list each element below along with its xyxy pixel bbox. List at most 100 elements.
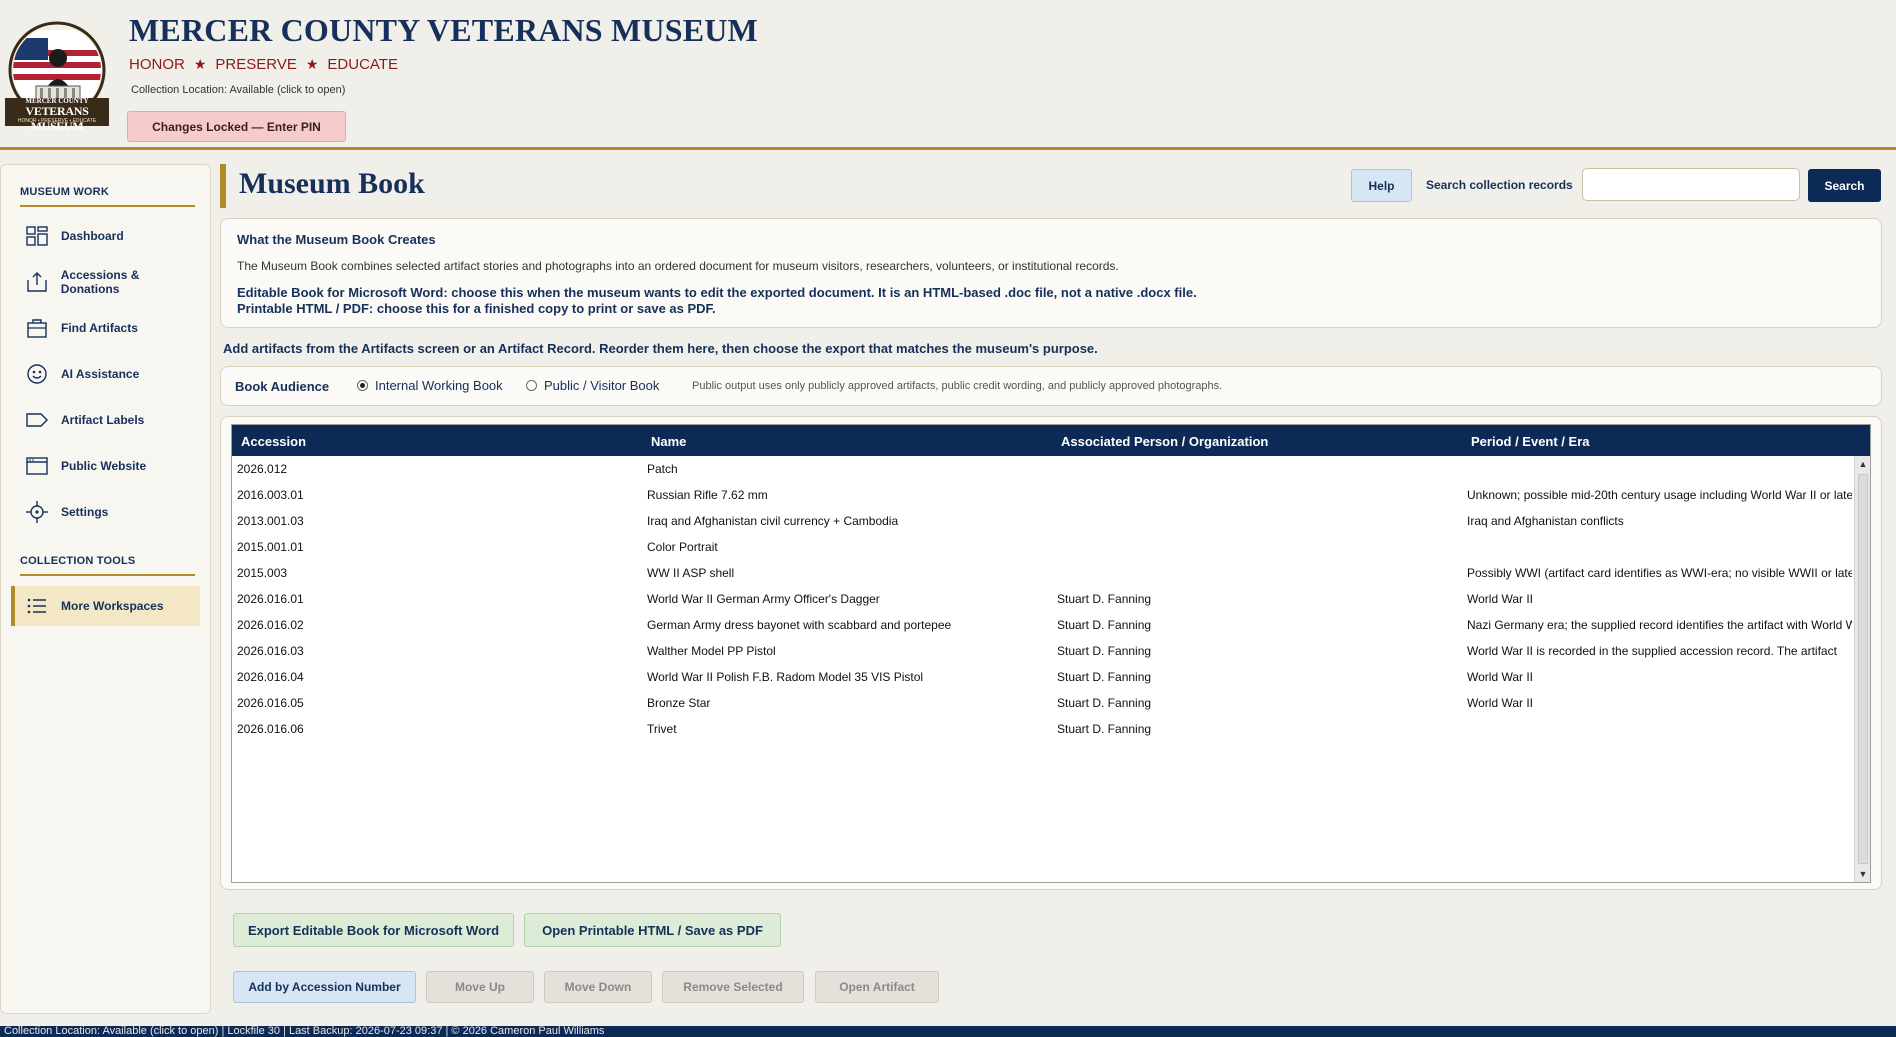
radio-label: Internal Working Book [375,378,503,393]
radio-selected-icon[interactable] [357,380,368,391]
export-word-button[interactable]: Export Editable Book for Microsoft Word [233,913,514,947]
column-header-associated-person[interactable]: Associated Person / Organization [1061,434,1268,449]
enter-pin-button[interactable]: Changes Locked — Enter PIN [127,111,346,142]
help-button[interactable]: Help [1351,169,1412,202]
table-cell: World War II German Army Officer's Dagge… [647,592,880,606]
table-cell: Russian Rifle 7.62 mm [647,488,768,502]
sidebar-item-artifact-labels[interactable]: Artifact Labels [11,400,200,440]
table-row[interactable]: 2026.016.02 German Army dress bayonet wit… [232,612,1853,638]
table-cell: Patch [647,462,678,476]
sidebar-item-find-artifacts[interactable]: Find Artifacts [11,308,200,348]
museum-title: MERCER COUNTY VETERANS MUSEUM [129,12,758,48]
table-cell: Stuart D. Fanning [1057,670,1152,684]
info-title: What the Museum Book Creates [237,232,436,247]
sidebar-item-label: Accessions & Donations [60,268,140,296]
table-cell: Color Portrait [647,540,718,554]
star-icon: ★ [305,56,319,72]
table-cell: 2026.016.01 [237,592,304,606]
table-cell: WW II ASP shell [647,566,735,580]
table-row[interactable]: 2026.016.01 World War II German Army Offi… [232,586,1853,612]
table-cell: 2026.012 [237,462,288,476]
tagline-honor: HONOR [129,56,185,73]
search-input[interactable] [1582,168,1800,201]
sidebar-item-accessions[interactable]: Accessions & Donations [11,262,200,302]
logo-text-sub: HONOR • PRESERVE • EDUCATE [17,118,97,124]
table-cell: Iraq and Afghanistan civil currency + Ca… [647,514,899,528]
audience-note: Public output uses only publicly approve… [692,380,1223,392]
instructions-text: Add artifacts from the Artifacts screen … [223,341,1098,356]
sidebar-heading-collection-tools: COLLECTION TOOLS [20,555,196,576]
table-cell: World War II [1467,592,1534,606]
table-cell: 2026.016.05 [237,696,304,710]
sidebar-item-label: AI Assistance [61,367,140,381]
table-scrollbar[interactable]: ▲ ▼ [1854,456,1870,882]
radio-label: Public / Visitor Book [544,378,660,393]
sidebar-item-dashboard[interactable]: Dashboard [11,216,200,256]
sidebar-item-label: Artifact Labels [61,413,145,427]
table-cell: Nazi Germany era; the supplied record id… [1467,618,1852,632]
table-cell: World War II [1467,670,1534,684]
scrollbar-thumb[interactable] [1858,474,1868,864]
table-cell: Trivet [647,722,677,736]
radio-internal-working-book[interactable]: Internal Working Book [357,378,503,393]
sidebar-item-settings[interactable]: Settings [11,492,200,532]
table-row[interactable]: 2026.016.04 World War II Polish F.B. Rado… [232,664,1853,690]
table-row[interactable]: 2015.003 WW II ASP shell Possibly WWI (art… [232,560,1853,586]
table-row[interactable]: 2015.001.01 Color Portrait [232,534,1853,560]
column-header-name[interactable]: Name [651,434,686,449]
tagline: HONOR ★ PRESERVE ★ EDUCATE [129,56,398,73]
browser-window-icon [24,453,50,479]
table-cell: Walther Model PP Pistol [647,644,776,658]
table-row[interactable]: 2026.016.03 Walther Model PP Pistol Stuart… [232,638,1853,664]
move-down-button[interactable]: Move Down [544,971,652,1003]
info-word-note: Editable Book for Microsoft Word: choose… [237,285,1197,300]
table-row[interactable]: 2013.001.03 Iraq and Afghanistan civil cu… [232,508,1853,534]
table-cell: Bronze Star [647,696,711,710]
audience-label: Book Audience [235,379,330,394]
table-cell: German Army dress bayonet with scabbard … [647,618,952,632]
table-cell: 2013.001.03 [237,514,304,528]
open-printable-html-button[interactable]: Open Printable HTML / Save as PDF [524,913,781,947]
table-cell: 2015.003 [237,566,288,580]
sidebar-item-more-workspaces[interactable]: More Workspaces [11,586,200,626]
open-artifact-button[interactable]: Open Artifact [815,971,939,1003]
collection-location-link[interactable]: Collection Location: Available (click to… [131,84,345,96]
table-row[interactable]: 2026.016.05 Bronze Star Stuart D. Fanning W… [232,690,1853,716]
scroll-up-arrow-icon[interactable]: ▲ [1857,458,1869,470]
sidebar-item-label: Public Website [61,459,147,473]
radio-unselected-icon[interactable] [526,380,537,391]
radio-public-visitor-book[interactable]: Public / Visitor Book [526,378,659,393]
table-row[interactable]: 2016.003.01 Russian Rifle 7.62 mm Unknown;… [232,482,1853,508]
column-header-accession[interactable]: Accession [241,434,306,449]
sidebar-item-ai-assistance[interactable]: AI Assistance [11,354,200,394]
table-cell: Possibly WWI (artifact card identifies a… [1467,566,1852,580]
table-cell: 2015.001.01 [237,540,304,554]
move-up-button[interactable]: Move Up [426,971,534,1003]
table-cell: 2026.016.06 [237,722,304,736]
sidebar-item-label: More Workspaces [61,599,164,613]
table-header: Accession Name Associated Person / Organ… [232,425,1870,456]
page-title: Museum Book [239,167,425,200]
find-artifacts-icon [24,315,50,341]
table-cell: World War II [1467,696,1534,710]
table-cell: Stuart D. Fanning [1057,592,1152,606]
table-cell: 2026.016.04 [237,670,304,684]
table-cell: Stuart D. Fanning [1057,696,1152,710]
add-by-accession-button[interactable]: Add by Accession Number [233,971,416,1003]
sidebar-item-label: Settings [61,505,109,519]
remove-selected-button[interactable]: Remove Selected [662,971,804,1003]
table-cell: Stuart D. Fanning [1057,618,1152,632]
column-header-period[interactable]: Period / Event / Era [1471,434,1590,449]
table-row[interactable]: 2026.016.06 Trivet Stuart D. Fanning [232,716,1853,742]
sidebar-item-public-website[interactable]: Public Website [11,446,200,486]
table-cell: Stuart D. Fanning [1057,722,1152,736]
search-button[interactable]: Search [1808,169,1881,202]
artifact-table[interactable]: Accession Name Associated Person / Organ… [231,424,1871,883]
page-title-accent [220,164,226,208]
tagline-educate: EDUCATE [327,56,398,73]
scroll-down-arrow-icon[interactable]: ▼ [1857,868,1869,880]
table-row[interactable]: 2026.012 Patch [232,456,1853,482]
sidebar-item-label: Find Artifacts [61,321,138,335]
sidebar-item-label: Dashboard [61,229,124,243]
app-header: MERCER COUNTY VETERANS MUSEUM HONOR • PR… [0,0,1896,151]
